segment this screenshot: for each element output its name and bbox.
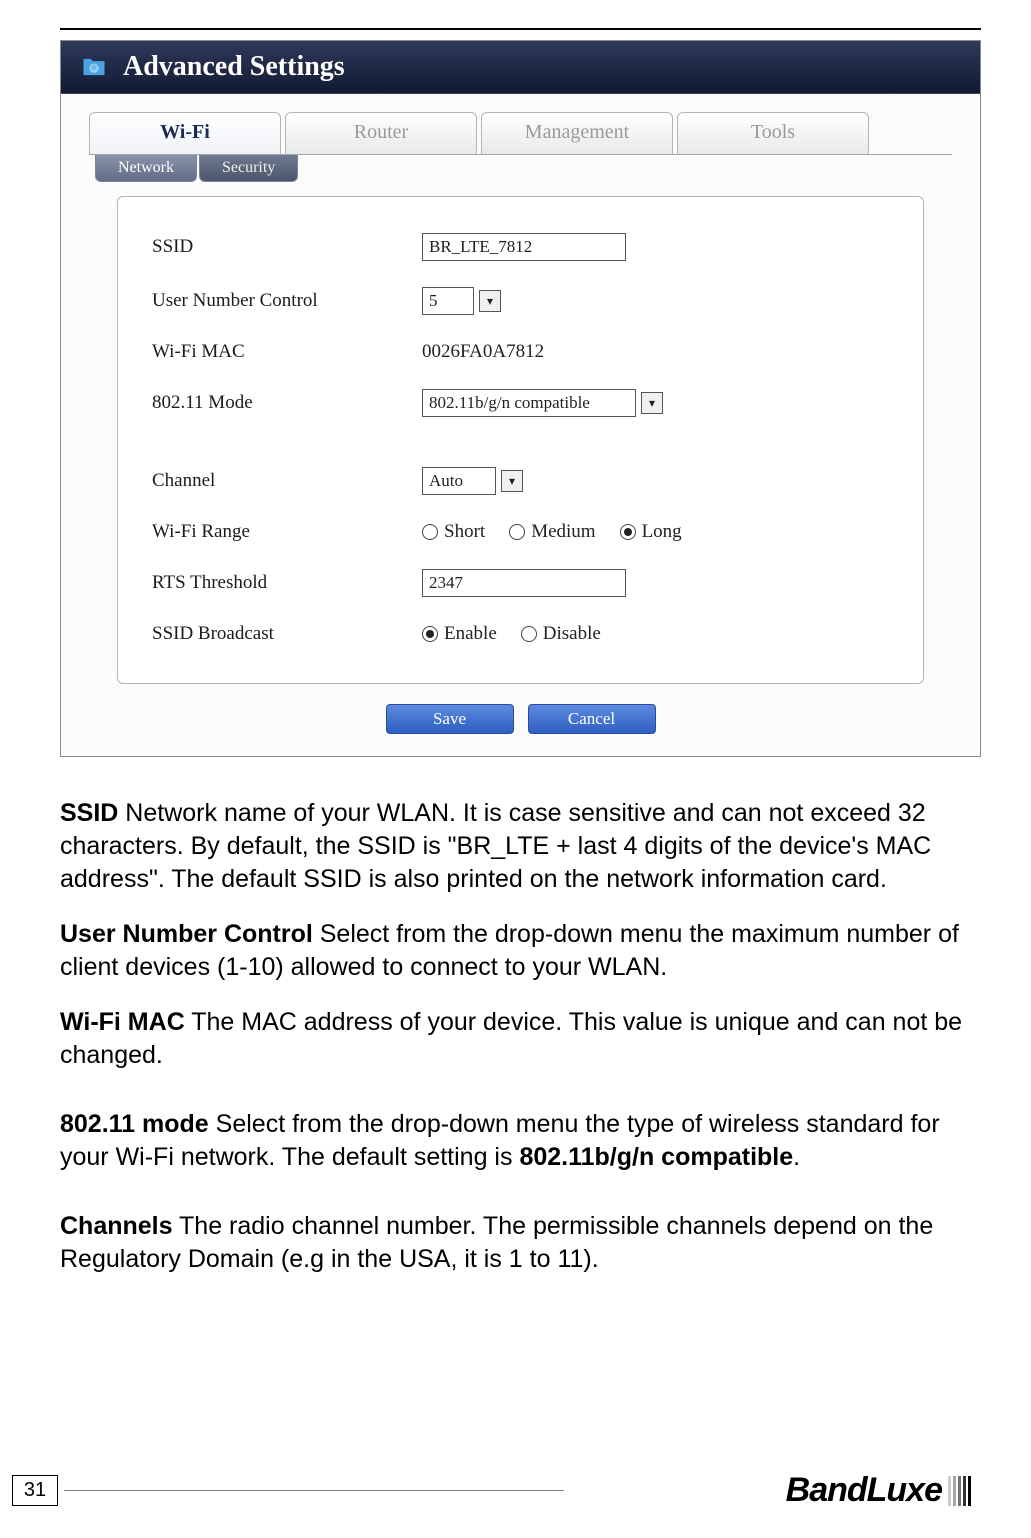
form-area: SSID BR_LTE_7812 User Number Control 5 ▾… (117, 196, 924, 684)
radio-icon (422, 626, 438, 642)
label-ssid-broadcast: SSID Broadcast (152, 623, 422, 645)
row-rts-threshold: RTS Threshold 2347 (152, 559, 889, 607)
label-channel: Channel (152, 470, 422, 492)
ssid-broadcast-radio-group: Enable Disable (422, 623, 601, 645)
term-channels: Channels (60, 1212, 173, 1240)
radio-label: Disable (543, 623, 601, 645)
router-settings-panel: Advanced Settings Wi-Fi Router Managemen… (60, 40, 981, 757)
term-mode-default: 802.11b/g/n compatible (519, 1143, 793, 1171)
ssid-broadcast-enable[interactable]: Enable (422, 623, 497, 645)
subtab-network[interactable]: Network (95, 155, 197, 182)
label-wifi-range: Wi-Fi Range (152, 521, 422, 543)
para-80211-mode: 802.11 mode Select from the drop-down me… (60, 1108, 981, 1174)
radio-icon (422, 524, 438, 540)
radio-icon (521, 626, 537, 642)
top-horizontal-rule (60, 28, 981, 30)
para-ssid: SSID Network name of your WLAN. It is ca… (60, 797, 981, 896)
text-mac: The MAC address of your device. This val… (60, 1008, 962, 1069)
radio-label: Medium (531, 521, 595, 543)
button-row: Save Cancel (89, 684, 952, 756)
wifi-mac-value: 0026FA0A7812 (422, 341, 544, 363)
row-channel: Channel Auto ▾ (152, 457, 889, 505)
rts-threshold-input[interactable]: 2347 (422, 569, 626, 597)
radio-label: Enable (444, 623, 497, 645)
channel-select[interactable]: Auto (422, 467, 496, 495)
save-button[interactable]: Save (386, 704, 514, 734)
row-ssid: SSID BR_LTE_7812 (152, 223, 889, 271)
term-unc: User Number Control (60, 920, 313, 948)
chevron-down-icon[interactable]: ▾ (501, 470, 523, 492)
brand-text: BandLuxe (786, 1471, 942, 1510)
text-channels: The radio channel number. The permissibl… (60, 1212, 933, 1273)
row-ssid-broadcast: SSID Broadcast Enable Disable (152, 613, 889, 655)
label-ssid: SSID (152, 236, 422, 258)
sub-tabs: Network Security (89, 155, 952, 182)
ssid-input[interactable]: BR_LTE_7812 (422, 233, 626, 261)
80211-mode-select[interactable]: 802.11b/g/n compatible (422, 389, 636, 417)
wifi-range-radio-group: Short Medium Long (422, 521, 682, 543)
settings-folder-icon (79, 52, 109, 82)
row-wifi-range: Wi-Fi Range Short Medium (152, 511, 889, 553)
page-number: 31 (12, 1475, 58, 1506)
brand-logo: BandLuxe (786, 1471, 971, 1510)
tab-router[interactable]: Router (285, 112, 477, 154)
page-footer: 31 BandLuxe (0, 1471, 1031, 1510)
panel-titlebar: Advanced Settings (61, 41, 980, 94)
text-mode-3: . (793, 1143, 800, 1171)
para-wifi-mac: Wi-Fi MAC The MAC address of your device… (60, 1006, 981, 1072)
label-rts-threshold: RTS Threshold (152, 572, 422, 594)
user-number-select[interactable]: 5 (422, 287, 474, 315)
footer-divider (64, 1490, 564, 1491)
term-mode: 802.11 mode (60, 1110, 209, 1138)
main-tabs: Wi-Fi Router Management Tools (89, 112, 952, 155)
row-80211-mode: 802.11 Mode 802.11b/g/n compatible ▾ (152, 379, 889, 427)
radio-label: Long (642, 521, 682, 543)
radio-icon (620, 524, 636, 540)
text-ssid: Network name of your WLAN. It is case se… (60, 799, 931, 893)
para-channels: Channels The radio channel number. The p… (60, 1210, 981, 1276)
term-ssid: SSID (60, 799, 118, 827)
tab-wifi[interactable]: Wi-Fi (89, 112, 281, 154)
doc-body-text: SSID Network name of your WLAN. It is ca… (60, 797, 981, 1276)
wifi-range-long[interactable]: Long (620, 521, 682, 543)
radio-icon (509, 524, 525, 540)
wifi-range-short[interactable]: Short (422, 521, 485, 543)
label-80211-mode: 802.11 Mode (152, 392, 422, 414)
wifi-range-medium[interactable]: Medium (509, 521, 595, 543)
tab-management[interactable]: Management (481, 112, 673, 154)
label-user-number-control: User Number Control (152, 290, 422, 312)
para-user-number-control: User Number Control Select from the drop… (60, 918, 981, 984)
row-user-number-control: User Number Control 5 ▾ (152, 277, 889, 325)
tab-area: Wi-Fi Router Management Tools Network Se… (61, 94, 980, 756)
chevron-down-icon[interactable]: ▾ (641, 392, 663, 414)
subtab-security[interactable]: Security (199, 155, 298, 182)
panel-title: Advanced Settings (123, 51, 345, 83)
radio-label: Short (444, 521, 485, 543)
chevron-down-icon[interactable]: ▾ (479, 290, 501, 312)
ssid-broadcast-disable[interactable]: Disable (521, 623, 601, 645)
row-wifi-mac: Wi-Fi MAC 0026FA0A7812 (152, 331, 889, 373)
tab-tools[interactable]: Tools (677, 112, 869, 154)
cancel-button[interactable]: Cancel (528, 704, 656, 734)
label-wifi-mac: Wi-Fi MAC (152, 341, 422, 363)
brand-stripes-icon (948, 1476, 971, 1506)
term-mac: Wi-Fi MAC (60, 1008, 185, 1036)
